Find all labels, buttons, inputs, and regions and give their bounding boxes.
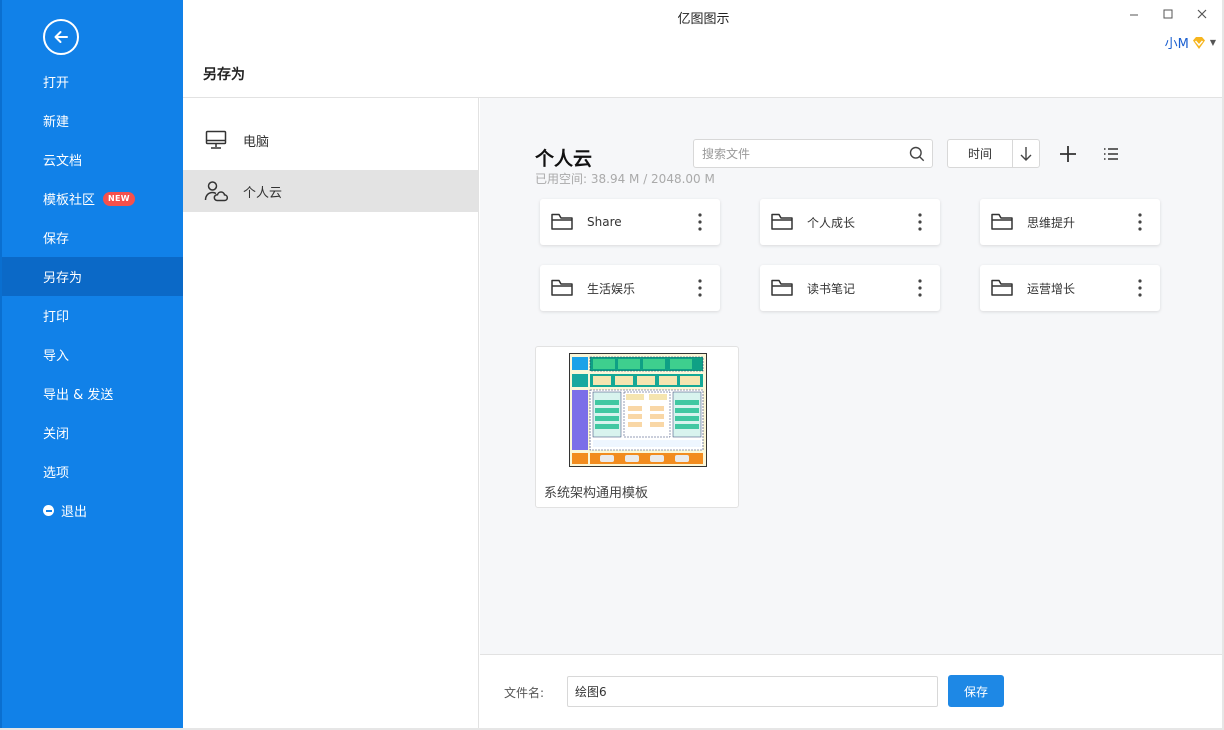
sidebar-item-label: 打开: [43, 76, 70, 91]
folder-item[interactable]: 思维提升: [980, 199, 1160, 245]
person-cloud-icon: [203, 178, 229, 204]
list-view-button[interactable]: [1099, 142, 1123, 166]
folder-icon: [551, 279, 573, 296]
vip-diamond-icon: [1192, 36, 1205, 49]
back-button[interactable]: [43, 19, 79, 55]
sidebar-item-label: 导出 & 发送: [43, 388, 114, 403]
more-options-icon[interactable]: [690, 210, 710, 234]
sort-control: 时间: [947, 139, 1040, 168]
new-folder-button[interactable]: [1056, 142, 1080, 166]
sidebar-item-template-community[interactable]: 模板社区 NEW: [2, 179, 183, 218]
maximize-icon: [1163, 9, 1173, 19]
sidebar-item-label: 选项: [43, 466, 70, 481]
user-name: 小M: [1164, 37, 1189, 52]
sidebar-item-label: 云文档: [43, 154, 83, 169]
save-button[interactable]: 保存: [948, 675, 1004, 707]
location-label: 个人云: [243, 185, 283, 201]
file-thumbnail: [569, 353, 707, 467]
minimize-button[interactable]: [1120, 3, 1148, 25]
folder-item[interactable]: 个人成长: [760, 199, 940, 245]
folder-icon: [991, 213, 1013, 230]
new-badge: NEW: [103, 191, 135, 206]
sort-direction-button[interactable]: [1013, 140, 1039, 167]
search-box: [693, 139, 933, 168]
sidebar-item-label: 保存: [43, 232, 70, 247]
sidebar-item-close[interactable]: 关闭: [2, 413, 183, 452]
sidebar-item-import[interactable]: 导入: [2, 335, 183, 374]
sidebar-item-export-send[interactable]: 导出 & 发送: [2, 374, 183, 413]
location-personal-cloud[interactable]: 个人云: [183, 170, 478, 212]
folder-icon: [771, 279, 793, 296]
folder-item[interactable]: 读书笔记: [760, 265, 940, 311]
sort-by-button[interactable]: 时间: [948, 140, 1013, 167]
cloud-content: 个人云 已用空间: 38.94 M / 2048.00 M 时间 Share 个…: [480, 98, 1222, 654]
sidebar-menu: 打开 新建 云文档 模板社区 NEW 保存 另存为 打印 导入 导出 & 发送 关…: [2, 62, 183, 530]
sidebar-item-new[interactable]: 新建: [2, 101, 183, 140]
page-title: 另存为: [203, 67, 245, 83]
sidebar-item-label: 打印: [43, 310, 70, 325]
sidebar: 打开 新建 云文档 模板社区 NEW 保存 另存为 打印 导入 导出 & 发送 关…: [0, 0, 183, 730]
app-title: 亿图图示: [677, 12, 730, 27]
arrow-down-icon: [1020, 146, 1032, 161]
location-panel: 电脑 个人云: [183, 98, 479, 730]
sidebar-item-label: 新建: [43, 115, 70, 130]
folder-name: 运营增长: [1027, 281, 1076, 296]
location-computer[interactable]: 电脑: [183, 119, 478, 161]
more-options-icon[interactable]: [910, 276, 930, 300]
sidebar-item-label: 导入: [43, 349, 70, 364]
storage-usage: 已用空间: 38.94 M / 2048.00 M: [535, 172, 715, 186]
filename-label: 文件名:: [504, 686, 545, 700]
sidebar-item-label: 关闭: [43, 427, 70, 442]
arrow-left-icon: [54, 31, 68, 43]
plus-icon: [1060, 146, 1076, 162]
folder-name: 生活娱乐: [587, 281, 636, 296]
folder-name: 个人成长: [807, 215, 856, 230]
folder-name: 读书笔记: [807, 281, 856, 296]
sidebar-item-options[interactable]: 选项: [2, 452, 183, 491]
folder-item[interactable]: Share: [540, 199, 720, 245]
sidebar-item-exit[interactable]: 退出: [2, 491, 183, 530]
maximize-button[interactable]: [1154, 3, 1182, 25]
close-icon: [1197, 9, 1207, 19]
sidebar-item-label: 另存为: [43, 271, 83, 286]
divider: [480, 654, 1222, 655]
search-icon[interactable]: [909, 146, 925, 162]
more-options-icon[interactable]: [690, 276, 710, 300]
folder-item[interactable]: 运营增长: [980, 265, 1160, 311]
folder-icon: [771, 213, 793, 230]
sidebar-item-open[interactable]: 打开: [2, 62, 183, 101]
filename-input[interactable]: [567, 676, 938, 707]
cloud-title: 个人云: [535, 148, 593, 170]
title-bar: 亿图图示 小M ▼: [183, 0, 1224, 52]
file-name: 系统架构通用模板: [544, 486, 649, 501]
more-options-icon[interactable]: [910, 210, 930, 234]
close-window-button[interactable]: [1188, 3, 1216, 25]
minimize-icon: [1130, 14, 1138, 16]
search-input[interactable]: [694, 140, 894, 167]
folder-name: 思维提升: [1027, 215, 1076, 230]
list-icon: [1104, 148, 1118, 160]
folder-item[interactable]: 生活娱乐: [540, 265, 720, 311]
computer-icon: [203, 127, 229, 153]
file-card[interactable]: 系统架构通用模板: [535, 346, 739, 508]
more-options-icon[interactable]: [1130, 276, 1150, 300]
sidebar-item-label: 退出: [61, 505, 88, 520]
more-options-icon[interactable]: [1130, 210, 1150, 234]
sidebar-item-label: 模板社区: [43, 193, 96, 208]
sidebar-item-save[interactable]: 保存: [2, 218, 183, 257]
sidebar-item-print[interactable]: 打印: [2, 296, 183, 335]
user-menu[interactable]: 小M ▼: [1165, 33, 1216, 52]
minus-circle-icon: [43, 505, 54, 516]
sidebar-item-cloud-docs[interactable]: 云文档: [2, 140, 183, 179]
sidebar-item-save-as[interactable]: 另存为: [2, 257, 183, 296]
location-label: 电脑: [243, 134, 270, 150]
folder-icon: [991, 279, 1013, 296]
folder-icon: [551, 213, 573, 230]
chevron-down-icon: ▼: [1209, 38, 1216, 47]
folder-name: Share: [587, 215, 622, 229]
